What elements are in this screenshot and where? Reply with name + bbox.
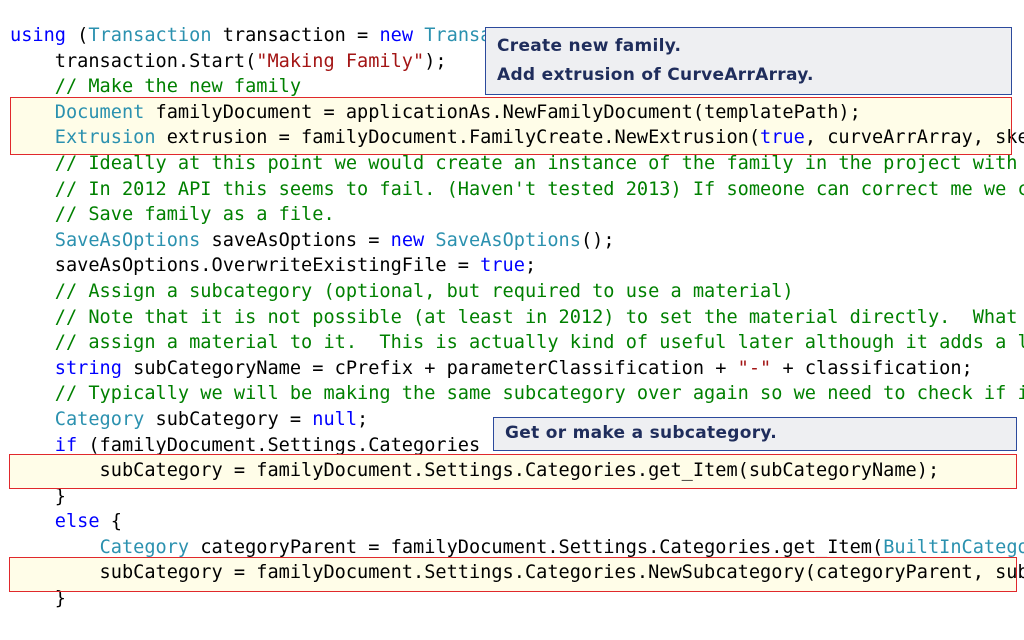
code-line: // assign a material to it. This is actu… — [10, 330, 1024, 356]
code-text: { — [99, 511, 122, 533]
code-line: // Typically we will be making the same … — [10, 381, 1024, 407]
keyword: else — [54, 511, 100, 533]
annotation-line: Add extrusion of CurveArrArray. — [497, 65, 814, 85]
comment: // assign a material to it. This is actu… — [10, 332, 1024, 354]
comment: // Typically we will be making the same … — [10, 383, 1024, 405]
code-text: extrusion = familyDocument.FamilyCreate.… — [155, 127, 761, 149]
annotation-subcategory: Get or make a subcategory. — [493, 417, 1017, 451]
keyword: null — [312, 408, 358, 430]
type-name: Transa — [424, 25, 492, 46]
code-text: } — [10, 485, 66, 507]
code-text: , curveArrArray, ske — [804, 127, 1024, 149]
keyword: string — [54, 357, 122, 379]
code-line: // Save family as a file. — [10, 202, 1024, 228]
code-text: subCategoryName = cPrefix + parameterCla… — [121, 357, 738, 379]
code-text: subCategory = — [144, 408, 313, 430]
code-line: // Ideally at this point we would create… — [10, 151, 1024, 177]
type-name: Transaction — [88, 25, 212, 46]
code-text: subCategory = familyDocument.Settings.Ca… — [10, 562, 1024, 584]
code-text: } — [10, 588, 66, 610]
code-text: subCategory = familyDocument.Settings.Ca… — [10, 460, 940, 482]
keyword: if — [54, 434, 78, 456]
code-line: } — [10, 586, 1024, 612]
code-text: saveAsOptions = — [200, 229, 391, 251]
annotation-line: Create new family. — [497, 36, 682, 56]
code-text: familyDocument = applicationAs.NewFamily… — [144, 101, 861, 123]
code-line: Extrusion extrusion = familyDocument.Fam… — [10, 125, 1024, 151]
type-name: Extrusion — [54, 127, 156, 149]
code-text: ( — [65, 25, 89, 46]
code-line: subCategory = familyDocument.Settings.Ca… — [10, 560, 1024, 586]
keyword: true — [480, 255, 525, 277]
annotation-line: Get or make a subcategory. — [505, 423, 777, 443]
code-text: + classification; — [771, 357, 973, 379]
code-text: transaction.Start( — [10, 50, 257, 72]
comment: // In 2012 API this seems to fail. (Have… — [10, 178, 1024, 200]
code-text: ; — [524, 255, 537, 277]
comment: // Save family as a file. — [10, 204, 335, 226]
type-name: Category — [99, 536, 190, 558]
code-editor: using (Transaction transaction = new Tra… — [10, 23, 1024, 612]
code-line: } — [10, 484, 1024, 510]
keyword: using — [10, 25, 66, 46]
string-literal: "-" — [737, 357, 772, 379]
code-line: // In 2012 API this seems to fail. (Have… — [10, 177, 1024, 203]
code-text: ); — [424, 50, 447, 72]
code-text: transaction = — [211, 25, 380, 46]
type-name: BuiltInCatego — [883, 536, 1024, 558]
code-line: // Note that it is not possible (at leas… — [10, 305, 1024, 331]
code-line: Category categoryParent = familyDocument… — [10, 535, 1024, 561]
comment: // Note that it is not possible (at leas… — [10, 306, 1018, 328]
code-text: saveAsOptions.OverwriteExistingFile = — [10, 255, 481, 277]
comment: // Ideally at this point we would create… — [10, 152, 1018, 174]
code-line: subCategory = familyDocument.Settings.Ca… — [10, 458, 1024, 484]
code-line: SaveAsOptions saveAsOptions = new SaveAs… — [10, 228, 1024, 254]
type-name: SaveAsOptions — [435, 229, 581, 251]
annotation-create-family: Create new family. Add extrusion of Curv… — [485, 27, 1012, 95]
comment: // Assign a subcategory (optional, but r… — [10, 280, 794, 302]
code-line: Document familyDocument = applicationAs.… — [10, 100, 1024, 126]
type-name: SaveAsOptions — [54, 229, 201, 251]
keyword: true — [760, 127, 805, 149]
code-line: else { — [10, 509, 1024, 535]
code-line: saveAsOptions.OverwriteExistingFile = tr… — [10, 253, 1024, 279]
code-text: categoryParent = familyDocument.Settings… — [189, 536, 884, 558]
code-text: (); — [580, 229, 615, 251]
string-literal: "Making Family" — [256, 50, 425, 72]
code-text: (familyDocument.Settings.Categories — [77, 434, 481, 456]
type-name: Document — [54, 101, 145, 123]
comment: // Make the new family — [10, 76, 302, 98]
keyword: new — [379, 25, 414, 46]
code-text: ; — [357, 408, 369, 430]
code-line: // Assign a subcategory (optional, but r… — [10, 279, 1024, 305]
type-name: Category — [54, 408, 145, 430]
keyword: new — [390, 229, 425, 251]
code-line: string subCategoryName = cPrefix + param… — [10, 356, 1024, 382]
